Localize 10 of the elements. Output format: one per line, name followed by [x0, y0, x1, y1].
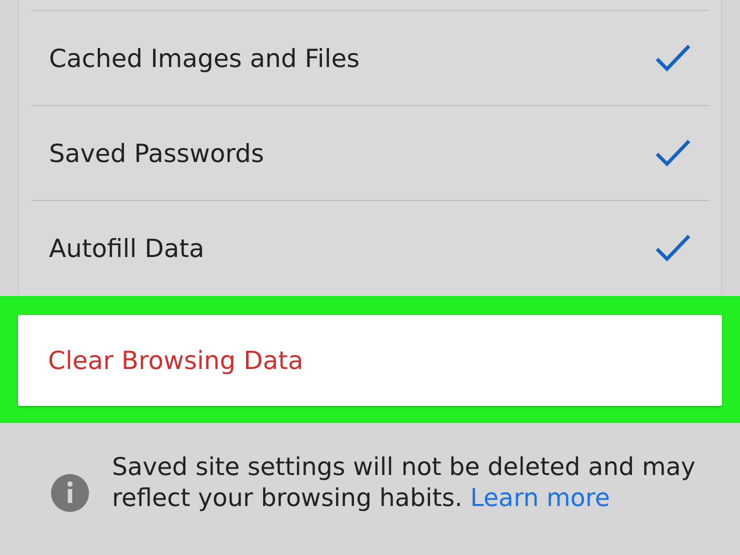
- option-label: Autofill Data: [49, 234, 204, 262]
- checkmark-icon[interactable]: [655, 43, 691, 73]
- info-note: Saved site settings will not be deleted and may reflect your browsing habits. Learn more: [112, 451, 696, 513]
- checkmark-icon[interactable]: [655, 138, 691, 168]
- option-label: Cached Images and Files: [49, 44, 360, 72]
- checkmark-icon[interactable]: [655, 233, 691, 263]
- info-icon: [50, 473, 90, 513]
- option-label: Saved Passwords: [49, 138, 264, 168]
- clear-data-button[interactable]: Clear Browsing Data: [18, 315, 722, 406]
- learn-more-link[interactable]: Learn more: [470, 483, 610, 512]
